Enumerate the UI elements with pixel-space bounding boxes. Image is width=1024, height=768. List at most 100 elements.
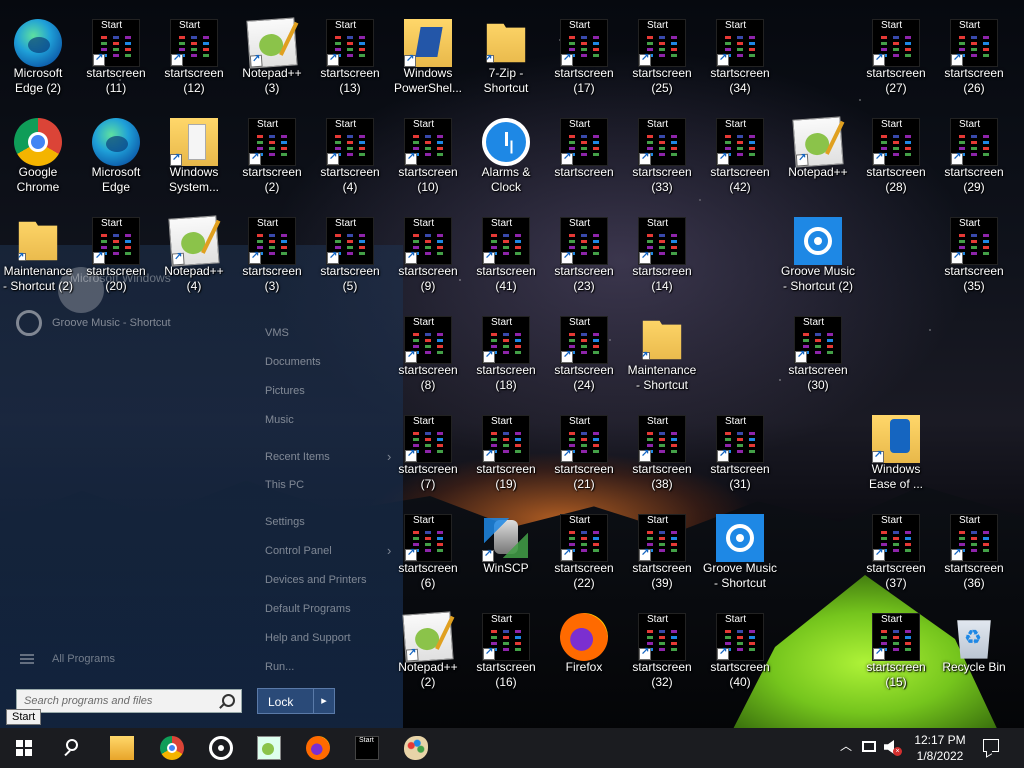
desktop-icon[interactable]: Groove Music - Shortcut: [702, 508, 778, 603]
desktop-icon[interactable]: Start startscreen (30): [780, 310, 856, 405]
desktop-icon[interactable]: Start startscreen: [546, 112, 622, 207]
desktop-icon[interactable]: Start startscreen (20): [78, 211, 154, 306]
desktop-icon-label: Microsoft Edge (2): [13, 66, 63, 95]
shortcut-arrow-icon: [639, 52, 651, 66]
desktop-icon[interactable]: Start startscreen (39): [624, 508, 700, 603]
desktop-icon[interactable]: Start startscreen (13): [312, 13, 388, 108]
desktop-icon[interactable]: Start startscreen (34): [702, 13, 778, 108]
lock-button[interactable]: Lock ▸: [257, 688, 335, 714]
desktop-icon[interactable]: Start startscreen (38): [624, 409, 700, 504]
desktop-icon[interactable]: Start startscreen (28): [858, 112, 934, 207]
desktop-icon[interactable]: Start startscreen (41): [468, 211, 544, 306]
desktop-icon[interactable]: Start startscreen (10): [390, 112, 466, 207]
search-icon[interactable]: [222, 694, 235, 707]
desktop-icon[interactable]: Start startscreen (23): [546, 211, 622, 306]
desktop-icon-label: Maintenance - Shortcut: [627, 363, 697, 392]
tile-grid-graphic: [725, 36, 757, 58]
start-menu-item-settings[interactable]: Settings: [265, 516, 305, 528]
desktop-icon[interactable]: Firefox: [546, 607, 622, 702]
taskbar-search-button[interactable]: [48, 728, 96, 768]
desktop-icon[interactable]: Start startscreen (4): [312, 112, 388, 207]
desktop-icon[interactable]: Alarms & Clock: [468, 112, 544, 207]
all-programs-button[interactable]: All Programs: [20, 653, 115, 665]
desktop-icon[interactable]: Start startscreen (6): [390, 508, 466, 603]
desktop-icon[interactable]: Notepad++ (2): [390, 607, 466, 702]
desktop-icon[interactable]: Start startscreen (40): [702, 607, 778, 702]
desktop-icon[interactable]: Start startscreen (15): [858, 607, 934, 702]
system-clock[interactable]: 12:17 PM 1/8/2022: [905, 732, 975, 764]
start-button[interactable]: [0, 728, 48, 768]
desktop-icon[interactable]: Start startscreen (35): [936, 211, 1012, 306]
desktop-icon[interactable]: Maintenance - Shortcut (2): [0, 211, 76, 306]
desktop-icon[interactable]: WinSCP: [468, 508, 544, 603]
desktop-icon[interactable]: Start startscreen (17): [546, 13, 622, 108]
shortcut-arrow-icon: [639, 448, 651, 462]
taskbar-chrome[interactable]: [148, 728, 196, 768]
start-menu-item-pictures[interactable]: Pictures: [265, 385, 305, 397]
desktop-icon[interactable]: Windows System...: [156, 112, 232, 207]
desktop-icon[interactable]: Start startscreen (27): [858, 13, 934, 108]
desktop-icon[interactable]: Start startscreen (11): [78, 13, 154, 108]
start-menu-item-default-programs[interactable]: Default Programs: [265, 603, 351, 615]
taskbar-file-explorer[interactable]: [98, 728, 146, 768]
desktop-icon[interactable]: Recycle Bin: [936, 607, 1012, 702]
desktop-icon[interactable]: Start startscreen (42): [702, 112, 778, 207]
desktop-icon[interactable]: Start startscreen (2): [234, 112, 310, 207]
start-menu-recent-item[interactable]: Groove Music - Shortcut: [16, 310, 171, 336]
desktop-icon[interactable]: Microsoft Edge (2): [0, 13, 76, 108]
desktop-icon[interactable]: Start startscreen (31): [702, 409, 778, 504]
desktop-icon[interactable]: Start startscreen (3): [234, 211, 310, 306]
start-menu-item-music[interactable]: Music: [265, 414, 294, 426]
taskbar-startscreen[interactable]: Start: [343, 728, 391, 768]
taskbar-firefox[interactable]: [294, 728, 342, 768]
desktop-icon[interactable]: Start startscreen (7): [390, 409, 466, 504]
thumbnail-caption: Start: [257, 218, 279, 229]
desktop-icon[interactable]: Start startscreen (36): [936, 508, 1012, 603]
desktop-icon[interactable]: Windows PowerShel...: [390, 13, 466, 108]
desktop-icon[interactable]: Start startscreen (26): [936, 13, 1012, 108]
desktop-icon-label: startscreen (27): [866, 66, 926, 95]
desktop-icon[interactable]: Start startscreen (21): [546, 409, 622, 504]
taskbar-notepadpp[interactable]: [245, 728, 293, 768]
desktop-icon[interactable]: Start startscreen (8): [390, 310, 466, 405]
desktop-icon[interactable]: Start startscreen (19): [468, 409, 544, 504]
start-menu-item-documents[interactable]: Documents: [265, 356, 321, 368]
network-icon[interactable]: [862, 741, 876, 752]
desktop-icon[interactable]: 7-Zip - Shortcut: [468, 13, 544, 108]
desktop-icon[interactable]: Notepad++ (3): [234, 13, 310, 108]
desktop-icon[interactable]: Groove Music - Shortcut (2): [780, 211, 856, 306]
desktop-icon[interactable]: Maintenance - Shortcut: [624, 310, 700, 405]
desktop-icon[interactable]: Start startscreen (37): [858, 508, 934, 603]
desktop-icon[interactable]: Start startscreen (5): [312, 211, 388, 306]
desktop-icon[interactable]: Start startscreen (9): [390, 211, 466, 306]
taskbar-groove-music[interactable]: [197, 728, 245, 768]
start-menu-item-this-pc[interactable]: This PC: [265, 479, 304, 491]
notification-center-icon[interactable]: [983, 739, 999, 752]
taskbar-paint[interactable]: [392, 728, 440, 768]
desktop-icon[interactable]: Start startscreen (32): [624, 607, 700, 702]
desktop-icon[interactable]: Notepad++ (4): [156, 211, 232, 306]
desktop-icon[interactable]: Start startscreen (16): [468, 607, 544, 702]
start-menu-item-run[interactable]: Run...: [265, 661, 294, 673]
desktop-icon[interactable]: Start startscreen (29): [936, 112, 1012, 207]
start-menu-item-control-panel[interactable]: Control Panel: [265, 543, 391, 558]
desktop-icon[interactable]: Start startscreen (25): [624, 13, 700, 108]
desktop-icon[interactable]: Start startscreen (22): [546, 508, 622, 603]
desktop-icon[interactable]: Start startscreen (33): [624, 112, 700, 207]
desktop-icon[interactable]: Notepad++: [780, 112, 856, 207]
start-menu-search-box[interactable]: Search programs and files: [16, 689, 242, 713]
desktop-icon[interactable]: Google Chrome: [0, 112, 76, 207]
start-menu-item-help[interactable]: Help and Support: [265, 632, 351, 644]
start-menu-item-vms[interactable]: VMS: [265, 327, 289, 339]
desktop-icon[interactable]: Start startscreen (18): [468, 310, 544, 405]
desktop-icon[interactable]: Start startscreen (12): [156, 13, 232, 108]
desktop-icon[interactable]: Start startscreen (24): [546, 310, 622, 405]
start-menu-item-devices[interactable]: Devices and Printers: [265, 574, 367, 586]
start-menu-item-recent[interactable]: Recent Items: [265, 449, 391, 464]
startscreen-icon: Start: [950, 217, 998, 265]
desktop-icon[interactable]: Windows Ease of ...: [858, 409, 934, 504]
show-hidden-icons-chevron-up-icon[interactable]: ︿: [838, 738, 854, 754]
desktop-icon[interactable]: Microsoft Edge: [78, 112, 154, 207]
desktop-icon[interactable]: Start startscreen (14): [624, 211, 700, 306]
lock-options-arrow-icon[interactable]: ▸: [313, 689, 334, 713]
